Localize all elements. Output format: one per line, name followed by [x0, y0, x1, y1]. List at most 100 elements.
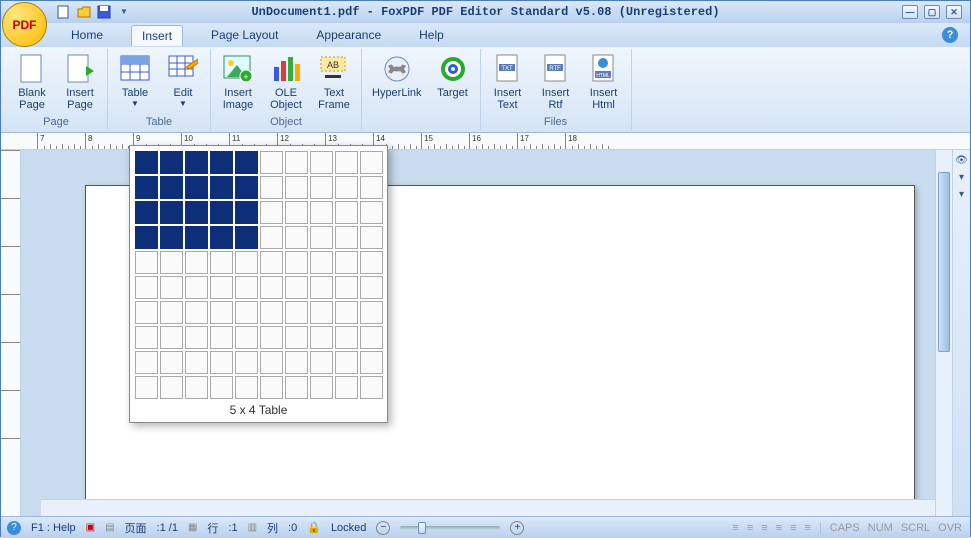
- table-cell[interactable]: [310, 226, 333, 249]
- table-cell[interactable]: [235, 151, 258, 174]
- table-cell[interactable]: [335, 201, 358, 224]
- table-cell[interactable]: [210, 151, 233, 174]
- table-cell[interactable]: [135, 276, 158, 299]
- app-orb-icon[interactable]: PDF: [2, 2, 47, 47]
- table-cell[interactable]: [185, 276, 208, 299]
- blank-page-button[interactable]: Blank Page: [11, 51, 53, 113]
- table-cell[interactable]: [160, 276, 183, 299]
- hyperlink-button[interactable]: HyperLink: [368, 51, 426, 101]
- table-cell[interactable]: [360, 151, 383, 174]
- table-cell[interactable]: [285, 226, 308, 249]
- table-cell[interactable]: [160, 226, 183, 249]
- insert-image-button[interactable]: + Insert Image: [217, 51, 259, 113]
- table-cell[interactable]: [285, 251, 308, 274]
- insert-page-button[interactable]: Insert Page: [59, 51, 101, 113]
- text-frame-button[interactable]: AB Text Frame: [313, 51, 355, 113]
- table-cell[interactable]: [260, 176, 283, 199]
- table-cell[interactable]: [160, 326, 183, 349]
- status-pdf-icon[interactable]: ▣: [86, 522, 95, 533]
- eye-icon[interactable]: 👁: [955, 153, 969, 167]
- table-cell[interactable]: [135, 151, 158, 174]
- lock-icon[interactable]: 🔒: [307, 521, 321, 534]
- table-cell[interactable]: [335, 251, 358, 274]
- table-cell[interactable]: [360, 376, 383, 399]
- table-cell[interactable]: [335, 376, 358, 399]
- table-cell[interactable]: [185, 226, 208, 249]
- table-cell[interactable]: [310, 151, 333, 174]
- arrow-down-icon[interactable]: ▾: [955, 170, 969, 184]
- table-cell[interactable]: [260, 326, 283, 349]
- table-cell[interactable]: [285, 376, 308, 399]
- table-cell[interactable]: [335, 351, 358, 374]
- table-cell[interactable]: [235, 201, 258, 224]
- table-cell[interactable]: [235, 301, 258, 324]
- table-cell[interactable]: [285, 176, 308, 199]
- table-cell[interactable]: [360, 326, 383, 349]
- table-cell[interactable]: [310, 251, 333, 274]
- arrow-down2-icon[interactable]: ▾: [955, 187, 969, 201]
- tab-appearance[interactable]: Appearance: [306, 25, 391, 45]
- insert-text-button[interactable]: TXT Insert Text: [487, 51, 529, 113]
- table-cell[interactable]: [185, 376, 208, 399]
- zoom-in-icon[interactable]: +: [510, 521, 524, 535]
- table-cell[interactable]: [210, 301, 233, 324]
- table-cell[interactable]: [260, 201, 283, 224]
- table-cell[interactable]: [360, 201, 383, 224]
- tab-home[interactable]: Home: [61, 25, 113, 45]
- tab-insert[interactable]: Insert: [131, 25, 183, 46]
- table-cell[interactable]: [210, 276, 233, 299]
- table-cell[interactable]: [310, 376, 333, 399]
- table-cell[interactable]: [285, 276, 308, 299]
- table-cell[interactable]: [135, 201, 158, 224]
- table-cell[interactable]: [335, 276, 358, 299]
- table-cell[interactable]: [135, 251, 158, 274]
- status-doc-icon[interactable]: ▤: [105, 522, 114, 533]
- horizontal-scrollbar[interactable]: [41, 499, 935, 516]
- status-cols-icon[interactable]: ▥: [248, 522, 257, 533]
- table-button[interactable]: Table ▼: [114, 51, 156, 110]
- table-cell[interactable]: [160, 301, 183, 324]
- target-button[interactable]: Target: [432, 51, 474, 101]
- table-cell[interactable]: [135, 376, 158, 399]
- insert-rtf-button[interactable]: RTF Insert Rtf: [535, 51, 577, 113]
- table-cell[interactable]: [285, 151, 308, 174]
- table-cell[interactable]: [210, 226, 233, 249]
- help-icon[interactable]: ?: [942, 27, 958, 43]
- table-cell[interactable]: [335, 226, 358, 249]
- zoom-out-icon[interactable]: −: [376, 521, 390, 535]
- table-cell[interactable]: [285, 351, 308, 374]
- table-cell[interactable]: [360, 176, 383, 199]
- table-cell[interactable]: [210, 351, 233, 374]
- table-cell[interactable]: [210, 376, 233, 399]
- insert-html-button[interactable]: HTML Insert Html: [583, 51, 625, 113]
- table-cell[interactable]: [310, 276, 333, 299]
- table-cell[interactable]: [285, 301, 308, 324]
- table-cell[interactable]: [335, 301, 358, 324]
- table-cell[interactable]: [235, 226, 258, 249]
- table-cell[interactable]: [360, 226, 383, 249]
- ole-object-button[interactable]: OLE Object: [265, 51, 307, 113]
- align-left-icon[interactable]: ≡: [732, 522, 738, 534]
- minimize-button[interactable]: —: [902, 5, 918, 19]
- table-cell[interactable]: [185, 151, 208, 174]
- table-cell[interactable]: [260, 376, 283, 399]
- align-top-icon[interactable]: ≡: [776, 522, 782, 534]
- table-cell[interactable]: [310, 201, 333, 224]
- align-center-icon[interactable]: ≡: [747, 522, 753, 534]
- status-info-icon[interactable]: ?: [7, 521, 21, 535]
- align-middle-icon[interactable]: ≡: [790, 522, 796, 534]
- table-cell[interactable]: [335, 151, 358, 174]
- table-cell[interactable]: [335, 326, 358, 349]
- table-cell[interactable]: [235, 326, 258, 349]
- table-grid[interactable]: [135, 151, 382, 399]
- table-cell[interactable]: [185, 176, 208, 199]
- table-cell[interactable]: [235, 251, 258, 274]
- table-cell[interactable]: [310, 351, 333, 374]
- table-cell[interactable]: [210, 251, 233, 274]
- table-cell[interactable]: [185, 351, 208, 374]
- zoom-slider[interactable]: [400, 526, 500, 530]
- table-cell[interactable]: [135, 301, 158, 324]
- table-cell[interactable]: [235, 376, 258, 399]
- table-cell[interactable]: [335, 176, 358, 199]
- table-cell[interactable]: [260, 276, 283, 299]
